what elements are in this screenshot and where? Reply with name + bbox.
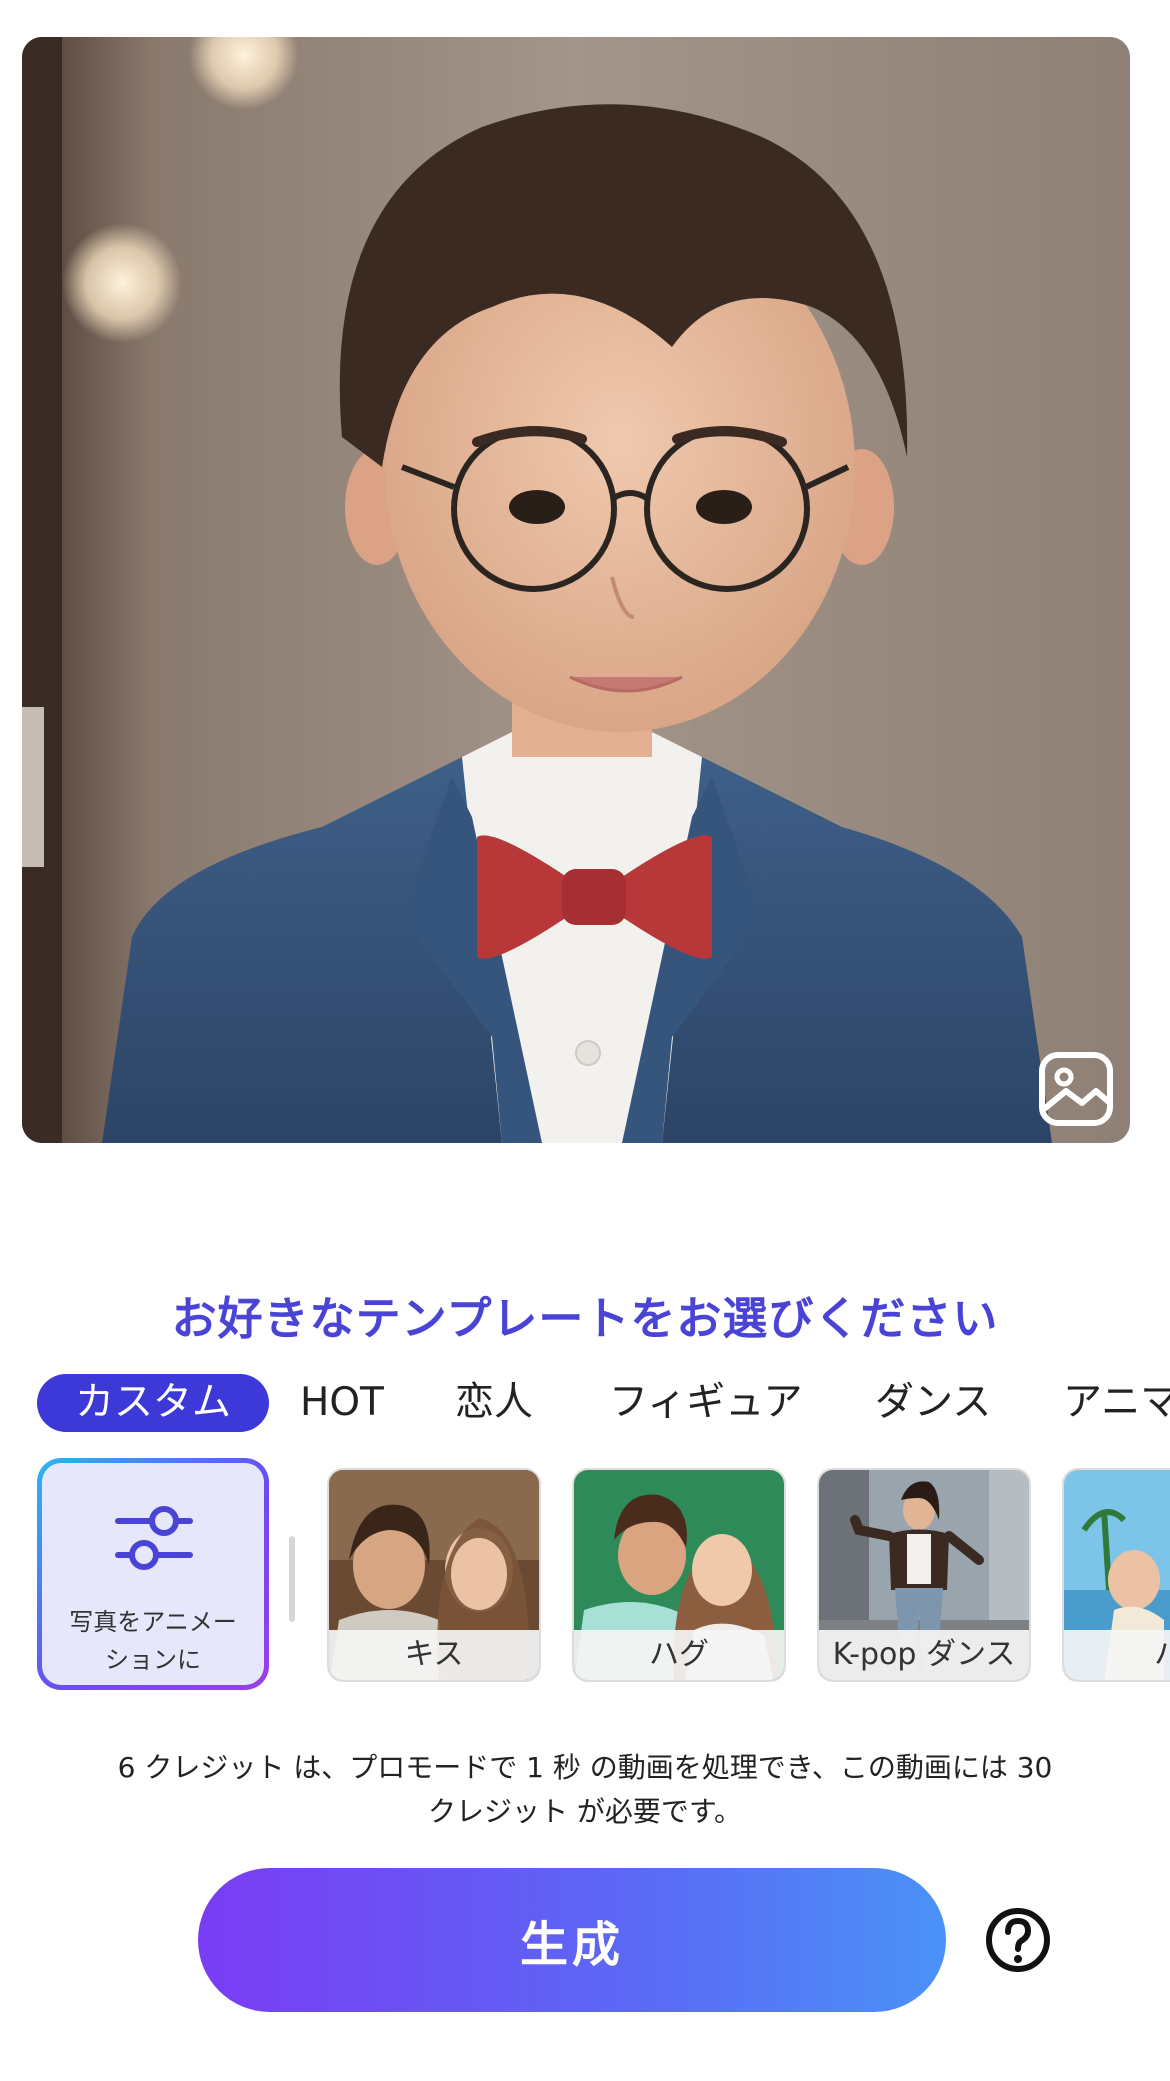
generate-button[interactable]: 生成 [198,1868,946,2012]
template-caption: ハグ [574,1630,784,1680]
category-tabs: カスタム HOT 恋人 フィギュア ダンス アニマ [37,1374,1170,1432]
carousel-divider [289,1536,295,1622]
template-card-kiss[interactable]: キス [327,1468,541,1682]
custom-card-label-line2: ションに [105,1646,201,1674]
source-photo [22,37,1130,1143]
template-caption: K-pop ダンス [819,1630,1029,1680]
template-card-hug[interactable]: ハグ [572,1468,786,1682]
template-caption: ハ [1064,1630,1170,1680]
template-carousel: 写真をアニメー ションに キス ハグ K-pop ダンス [37,1458,1170,1694]
sliders-icon [115,1506,193,1570]
tab-lovers[interactable]: 恋人 [455,1374,533,1432]
tab-dance[interactable]: ダンス [875,1374,991,1432]
tab-custom[interactable]: カスタム [37,1374,270,1432]
template-card-partial[interactable]: ハ [1062,1468,1170,1682]
tab-anime[interactable]: アニマ [1063,1374,1170,1432]
template-prompt-heading: お好きなテンプレートをお選びください [171,1292,999,1345]
question-circle-icon[interactable] [984,1906,1052,1974]
tab-hot[interactable]: HOT [300,1374,384,1432]
custom-animate-card[interactable]: 写真をアニメー ションに [37,1458,269,1690]
credit-info-text: 6 クレジット は、プロモードで 1 秒 の動画を処理でき、この動画には 30 … [60,1746,1110,1834]
template-card-kpop-dance[interactable]: K-pop ダンス [817,1468,1031,1682]
template-caption: キス [329,1630,539,1680]
image-icon[interactable] [1038,1051,1114,1127]
tab-figure[interactable]: フィギュア [609,1374,802,1432]
credit-info-line1: 6 クレジット は、プロモードで 1 秒 の動画を処理でき、この動画には 30 [117,1751,1053,1784]
custom-card-label-line1: 写真をアニメー [69,1608,237,1636]
credit-info-line2: クレジット が必要です。 [427,1795,743,1828]
